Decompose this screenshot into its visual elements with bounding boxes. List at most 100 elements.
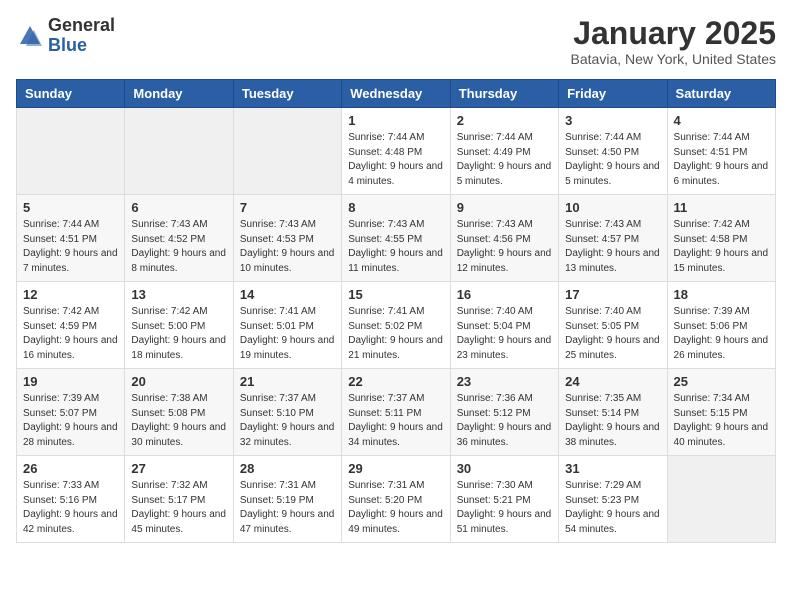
weekday-header-row: SundayMondayTuesdayWednesdayThursdayFrid… [17, 80, 776, 108]
day-number: 30 [457, 461, 552, 476]
day-number: 21 [240, 374, 335, 389]
day-info: Sunrise: 7:39 AM Sunset: 5:06 PM Dayligh… [674, 305, 769, 363]
calendar-cell: 11Sunrise: 7:42 AM Sunset: 4:58 PM Dayli… [667, 195, 775, 282]
weekday-header-monday: Monday [125, 80, 233, 108]
week-row-2: 5 Sunrise: 7:44 AM Sunset: 4:51 PM Daylig… [17, 195, 776, 282]
day-info: Sunrise: 7:41 AM Sunset: 5:02 PM Dayligh… [348, 305, 443, 363]
day-info: Sunrise: 7:40 AM Sunset: 5:05 PM Dayligh… [565, 305, 660, 363]
calendar-cell [125, 108, 233, 195]
calendar-cell: 20 Sunrise: 7:38 AM Sunset: 5:08 PM Dayli… [125, 369, 233, 456]
weekday-header-sunday: Sunday [17, 80, 125, 108]
day-info: Sunrise: 7:41 AM Sunset: 5:01 PM Dayligh… [240, 305, 335, 363]
day-number: 11 [674, 200, 769, 215]
calendar-cell: 31 Sunrise: 7:29 AM Sunset: 5:23 PM Dayli… [559, 456, 667, 543]
day-number: 17 [565, 287, 660, 302]
calendar-cell: 1 Sunrise: 7:44 AM Sunset: 4:48 PM Daylig… [342, 108, 450, 195]
calendar-cell: 10 Sunrise: 7:43 AM Sunset: 4:57 PM Dayli… [559, 195, 667, 282]
day-info: Sunrise: 7:37 AM Sunset: 5:11 PM Dayligh… [348, 392, 443, 450]
day-info: Sunrise: 7:43 AM Sunset: 4:56 PM Dayligh… [457, 218, 552, 276]
month-title: January 2025 [571, 16, 776, 51]
calendar-cell: 24 Sunrise: 7:35 AM Sunset: 5:14 PM Dayli… [559, 369, 667, 456]
day-number: 2 [457, 113, 552, 128]
day-number: 10 [565, 200, 660, 215]
week-row-5: 26Sunrise: 7:33 AM Sunset: 5:16 PM Dayli… [17, 456, 776, 543]
week-row-1: 1 Sunrise: 7:44 AM Sunset: 4:48 PM Daylig… [17, 108, 776, 195]
calendar-cell: 5 Sunrise: 7:44 AM Sunset: 4:51 PM Daylig… [17, 195, 125, 282]
day-number: 31 [565, 461, 660, 476]
page-header: General Blue January 2025 Batavia, New Y… [16, 16, 776, 67]
day-info: Sunrise: 7:40 AM Sunset: 5:04 PM Dayligh… [457, 305, 552, 363]
day-number: 23 [457, 374, 552, 389]
day-info: Sunrise: 7:33 AM Sunset: 5:16 PM Dayligh… [23, 479, 118, 537]
logo: General Blue [16, 16, 115, 56]
day-number: 20 [131, 374, 226, 389]
day-number: 4 [674, 113, 769, 128]
day-number: 15 [348, 287, 443, 302]
day-info: Sunrise: 7:44 AM Sunset: 4:51 PM Dayligh… [23, 218, 118, 276]
title-block: January 2025 Batavia, New York, United S… [571, 16, 776, 67]
day-number: 28 [240, 461, 335, 476]
weekday-header-thursday: Thursday [450, 80, 558, 108]
day-number: 5 [23, 200, 118, 215]
day-number: 6 [131, 200, 226, 215]
day-info: Sunrise: 7:44 AM Sunset: 4:51 PM Dayligh… [674, 131, 769, 189]
day-info: Sunrise: 7:42 AM Sunset: 5:00 PM Dayligh… [131, 305, 226, 363]
day-number: 8 [348, 200, 443, 215]
calendar-cell [17, 108, 125, 195]
weekday-header-wednesday: Wednesday [342, 80, 450, 108]
day-number: 14 [240, 287, 335, 302]
day-info: Sunrise: 7:42 AM Sunset: 4:59 PM Dayligh… [23, 305, 118, 363]
day-info: Sunrise: 7:31 AM Sunset: 5:20 PM Dayligh… [348, 479, 443, 537]
day-number: 16 [457, 287, 552, 302]
week-row-4: 19 Sunrise: 7:39 AM Sunset: 5:07 PM Dayli… [17, 369, 776, 456]
calendar-table: SundayMondayTuesdayWednesdayThursdayFrid… [16, 79, 776, 543]
day-number: 9 [457, 200, 552, 215]
day-info: Sunrise: 7:43 AM Sunset: 4:55 PM Dayligh… [348, 218, 443, 276]
day-info: Sunrise: 7:35 AM Sunset: 5:14 PM Dayligh… [565, 392, 660, 450]
calendar-cell [667, 456, 775, 543]
day-info: Sunrise: 7:30 AM Sunset: 5:21 PM Dayligh… [457, 479, 552, 537]
weekday-header-saturday: Saturday [667, 80, 775, 108]
calendar-cell: 23 Sunrise: 7:36 AM Sunset: 5:12 PM Dayli… [450, 369, 558, 456]
day-info: Sunrise: 7:39 AM Sunset: 5:07 PM Dayligh… [23, 392, 118, 450]
logo-icon [16, 22, 44, 50]
calendar-cell: 26Sunrise: 7:33 AM Sunset: 5:16 PM Dayli… [17, 456, 125, 543]
calendar-cell: 12 Sunrise: 7:42 AM Sunset: 4:59 PM Dayli… [17, 282, 125, 369]
week-row-3: 12 Sunrise: 7:42 AM Sunset: 4:59 PM Dayli… [17, 282, 776, 369]
day-number: 24 [565, 374, 660, 389]
calendar-cell: 19 Sunrise: 7:39 AM Sunset: 5:07 PM Dayli… [17, 369, 125, 456]
day-info: Sunrise: 7:44 AM Sunset: 4:50 PM Dayligh… [565, 131, 660, 189]
calendar-cell: 17 Sunrise: 7:40 AM Sunset: 5:05 PM Dayli… [559, 282, 667, 369]
day-info: Sunrise: 7:43 AM Sunset: 4:53 PM Dayligh… [240, 218, 335, 276]
day-info: Sunrise: 7:38 AM Sunset: 5:08 PM Dayligh… [131, 392, 226, 450]
day-info: Sunrise: 7:34 AM Sunset: 5:15 PM Dayligh… [674, 392, 769, 450]
logo-general: General [48, 15, 115, 35]
day-info: Sunrise: 7:31 AM Sunset: 5:19 PM Dayligh… [240, 479, 335, 537]
calendar-cell: 4 Sunrise: 7:44 AM Sunset: 4:51 PM Daylig… [667, 108, 775, 195]
day-info: Sunrise: 7:43 AM Sunset: 4:52 PM Dayligh… [131, 218, 226, 276]
day-number: 22 [348, 374, 443, 389]
day-number: 27 [131, 461, 226, 476]
calendar-cell: 13Sunrise: 7:42 AM Sunset: 5:00 PM Dayli… [125, 282, 233, 369]
day-number: 29 [348, 461, 443, 476]
location: Batavia, New York, United States [571, 51, 776, 67]
day-number: 18 [674, 287, 769, 302]
day-number: 7 [240, 200, 335, 215]
calendar-cell: 14 Sunrise: 7:41 AM Sunset: 5:01 PM Dayli… [233, 282, 341, 369]
logo-blue: Blue [48, 35, 87, 55]
calendar-cell [233, 108, 341, 195]
day-info: Sunrise: 7:43 AM Sunset: 4:57 PM Dayligh… [565, 218, 660, 276]
calendar-cell: 2Sunrise: 7:44 AM Sunset: 4:49 PM Daylig… [450, 108, 558, 195]
day-number: 12 [23, 287, 118, 302]
calendar-cell: 27 Sunrise: 7:32 AM Sunset: 5:17 PM Dayli… [125, 456, 233, 543]
day-info: Sunrise: 7:36 AM Sunset: 5:12 PM Dayligh… [457, 392, 552, 450]
day-number: 25 [674, 374, 769, 389]
day-info: Sunrise: 7:29 AM Sunset: 5:23 PM Dayligh… [565, 479, 660, 537]
day-number: 19 [23, 374, 118, 389]
day-number: 1 [348, 113, 443, 128]
calendar-cell: 29 Sunrise: 7:31 AM Sunset: 5:20 PM Dayli… [342, 456, 450, 543]
calendar-cell: 18 Sunrise: 7:39 AM Sunset: 5:06 PM Dayli… [667, 282, 775, 369]
day-info: Sunrise: 7:32 AM Sunset: 5:17 PM Dayligh… [131, 479, 226, 537]
calendar-cell: 22 Sunrise: 7:37 AM Sunset: 5:11 PM Dayli… [342, 369, 450, 456]
day-info: Sunrise: 7:44 AM Sunset: 4:48 PM Dayligh… [348, 131, 443, 189]
